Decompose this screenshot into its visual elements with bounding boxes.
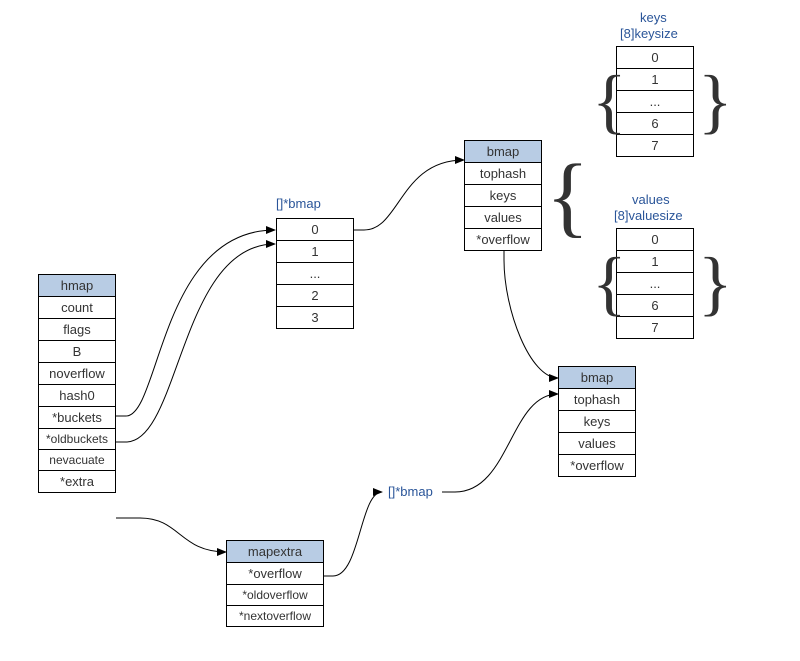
keys-row: 7 bbox=[617, 135, 693, 156]
hmap-field: B bbox=[39, 341, 115, 363]
values-row: 0 bbox=[617, 229, 693, 251]
bmap-array-row: ... bbox=[277, 263, 353, 285]
mapextra-head: mapextra bbox=[227, 541, 323, 563]
brace-icon: { bbox=[592, 242, 627, 325]
bmap1-field: values bbox=[465, 207, 541, 229]
mapextra-field: *overflow bbox=[227, 563, 323, 585]
brace-icon: { bbox=[546, 145, 589, 248]
mapextra-field: *oldoverflow bbox=[227, 585, 323, 606]
values-array: 0 1 ... 6 7 bbox=[616, 228, 694, 339]
bmap1-head: bmap bbox=[465, 141, 541, 163]
hmap-field: noverflow bbox=[39, 363, 115, 385]
bmap2-struct: bmap tophash keys values *overflow bbox=[558, 366, 636, 477]
values-row: ... bbox=[617, 273, 693, 295]
brace-icon: { bbox=[592, 60, 627, 143]
hmap-field: flags bbox=[39, 319, 115, 341]
keys-row: ... bbox=[617, 91, 693, 113]
hmap-field: *buckets bbox=[39, 407, 115, 429]
hmap-field: nevacuate bbox=[39, 450, 115, 471]
bmap-array2-title: []*bmap bbox=[388, 484, 433, 499]
bmap2-field: keys bbox=[559, 411, 635, 433]
bmap-array-row: 1 bbox=[277, 241, 353, 263]
values-row: 7 bbox=[617, 317, 693, 338]
keys-row: 6 bbox=[617, 113, 693, 135]
hmap-field: count bbox=[39, 297, 115, 319]
mapextra-field: *nextoverflow bbox=[227, 606, 323, 626]
values-row: 1 bbox=[617, 251, 693, 273]
hmap-struct: hmap count flags B noverflow hash0 *buck… bbox=[38, 274, 116, 493]
keys-array: 0 1 ... 6 7 bbox=[616, 46, 694, 157]
keys-title-1: keys bbox=[640, 10, 667, 25]
brace-icon: } bbox=[698, 60, 733, 143]
hmap-field: *extra bbox=[39, 471, 115, 492]
mapextra-struct: mapextra *overflow *oldoverflow *nextove… bbox=[226, 540, 324, 627]
bmap1-struct: bmap tophash keys values *overflow bbox=[464, 140, 542, 251]
bmap2-field: values bbox=[559, 433, 635, 455]
brace-icon: } bbox=[698, 242, 733, 325]
keys-row: 1 bbox=[617, 69, 693, 91]
bmap1-field: *overflow bbox=[465, 229, 541, 250]
keys-title-2: [8]keysize bbox=[620, 26, 678, 41]
hmap-field: hash0 bbox=[39, 385, 115, 407]
bmap2-field: tophash bbox=[559, 389, 635, 411]
hmap-head: hmap bbox=[39, 275, 115, 297]
bmap-array1: 0 1 ... 2 3 bbox=[276, 218, 354, 329]
bmap1-field: tophash bbox=[465, 163, 541, 185]
bmap-array1-title: []*bmap bbox=[276, 196, 321, 211]
bmap2-head: bmap bbox=[559, 367, 635, 389]
bmap2-field: *overflow bbox=[559, 455, 635, 476]
bmap1-field: keys bbox=[465, 185, 541, 207]
bmap-array-row: 3 bbox=[277, 307, 353, 328]
values-row: 6 bbox=[617, 295, 693, 317]
bmap-array-row: 0 bbox=[277, 219, 353, 241]
values-title-2: [8]valuesize bbox=[614, 208, 683, 223]
bmap-array-row: 2 bbox=[277, 285, 353, 307]
keys-row: 0 bbox=[617, 47, 693, 69]
hmap-field: *oldbuckets bbox=[39, 429, 115, 450]
values-title-1: values bbox=[632, 192, 670, 207]
